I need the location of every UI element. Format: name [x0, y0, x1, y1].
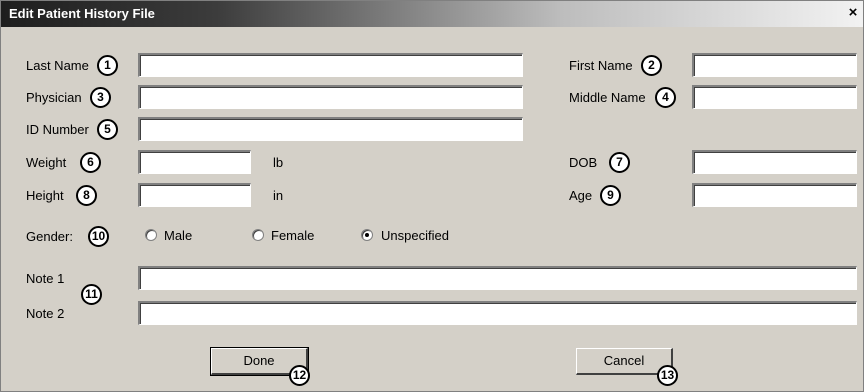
callout-badge-11: 11 [81, 284, 102, 305]
age-input[interactable] [692, 183, 857, 207]
id-number-input[interactable] [138, 117, 523, 141]
height-label: Height [26, 188, 64, 203]
gender-radio-female[interactable] [252, 229, 264, 241]
edit-patient-history-dialog: Edit Patient History File × Last Name 1 … [0, 0, 864, 392]
first-name-label: First Name [569, 58, 633, 73]
title-bar[interactable]: Edit Patient History File × [1, 1, 863, 27]
weight-label: Weight [26, 155, 67, 170]
callout-badge-6: 6 [80, 152, 101, 173]
middle-name-input[interactable] [692, 85, 857, 109]
callout-badge-4: 4 [655, 87, 676, 108]
gender-option-unspecified-label: Unspecified [381, 228, 449, 243]
age-label: Age [569, 188, 593, 203]
gender-option-male-label: Male [164, 228, 193, 243]
weight-input[interactable] [138, 150, 251, 174]
first-name-input[interactable] [692, 53, 857, 77]
callout-badge-13: 13 [657, 365, 678, 386]
callout-badge-2: 2 [641, 55, 662, 76]
dob-label: DOB [569, 155, 598, 170]
close-icon[interactable]: × [845, 5, 861, 21]
physician-label: Physician [26, 90, 82, 105]
note-1-label: Note 1 [26, 271, 65, 286]
gender-label: Gender: [26, 229, 73, 244]
last-name-label: Last Name [26, 58, 89, 73]
height-unit-label: in [273, 188, 284, 203]
middle-name-label: Middle Name [569, 90, 646, 105]
gender-option-female-label: Female [271, 228, 315, 243]
last-name-input[interactable] [138, 53, 523, 77]
callout-badge-3: 3 [90, 87, 111, 108]
gender-radio-unspecified[interactable] [361, 229, 373, 241]
physician-input[interactable] [138, 85, 523, 109]
weight-unit-label: lb [273, 155, 284, 170]
window-title: Edit Patient History File [9, 6, 155, 21]
gender-radio-male[interactable] [145, 229, 157, 241]
note-2-input[interactable] [138, 301, 857, 325]
callout-badge-10: 10 [88, 226, 109, 247]
id-number-label: ID Number [26, 122, 89, 137]
note-2-label: Note 2 [26, 306, 65, 321]
callout-badge-9: 9 [600, 185, 621, 206]
callout-badge-5: 5 [97, 119, 118, 140]
callout-badge-7: 7 [609, 152, 630, 173]
dob-input[interactable] [692, 150, 857, 174]
callout-badge-1: 1 [97, 55, 118, 76]
height-input[interactable] [138, 183, 251, 207]
callout-badge-12: 12 [289, 365, 310, 386]
callout-badge-8: 8 [76, 185, 97, 206]
note-1-input[interactable] [138, 266, 857, 290]
